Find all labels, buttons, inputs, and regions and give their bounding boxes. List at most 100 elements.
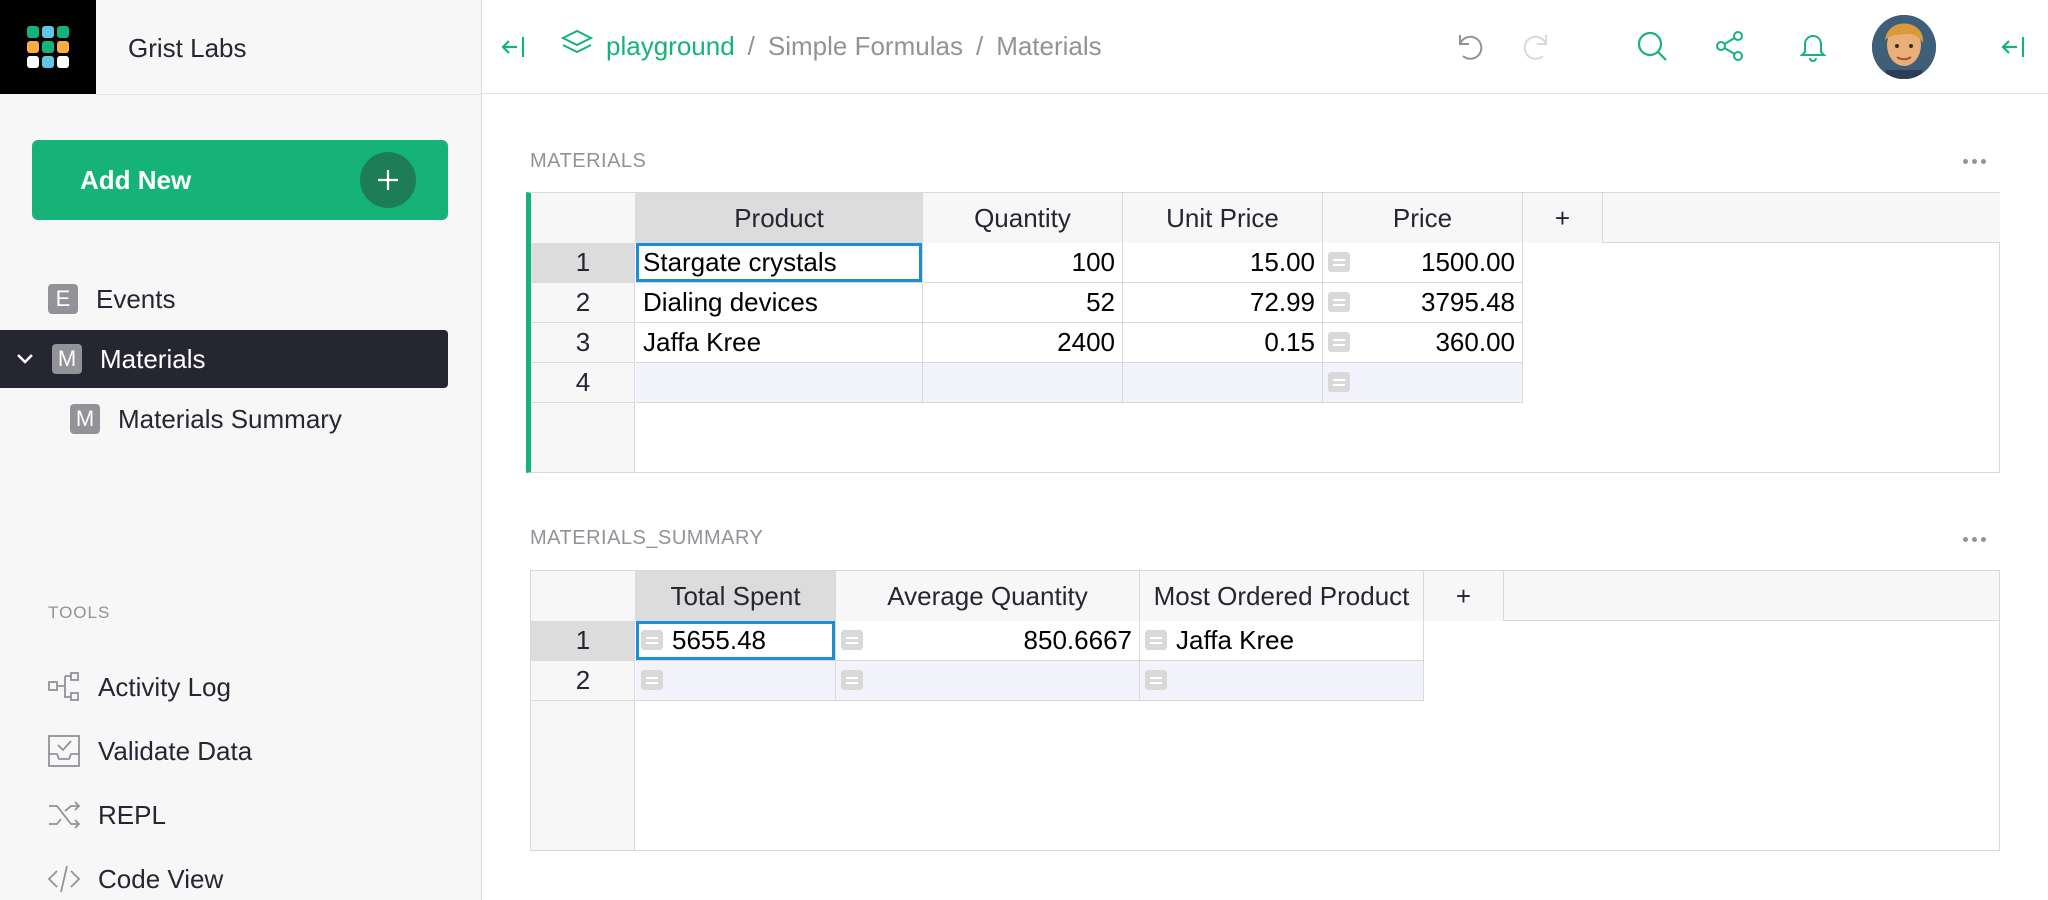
tools-heading: TOOLS	[48, 603, 111, 622]
cell-quantity[interactable]: 100	[923, 243, 1123, 283]
corner-cell[interactable]	[531, 193, 636, 243]
add-new-label: Add New	[80, 164, 192, 195]
cell-quantity[interactable]: 52	[923, 283, 1123, 323]
column-header-average-quantity[interactable]: Average Quantity	[836, 571, 1140, 621]
cell-most-ordered-product[interactable]: Jaffa Kree	[1140, 621, 1424, 661]
breadcrumb-document[interactable]: Simple Formulas	[768, 31, 963, 62]
page-item-materials-summary[interactable]: M Materials Summary	[70, 390, 342, 448]
column-header-most-ordered-product[interactable]: Most Ordered Product	[1140, 571, 1424, 621]
undo-icon[interactable]	[1452, 28, 1488, 64]
cell-most-ordered-value: Jaffa Kree	[1176, 625, 1295, 655]
notifications-bell-icon[interactable]	[1795, 28, 1831, 64]
cell-average-quantity-value: 850.6667	[1023, 625, 1132, 655]
cell-price[interactable]: 3795.48	[1323, 283, 1523, 323]
formula-icon	[1328, 292, 1350, 312]
tool-activity-log[interactable]: Activity Log	[46, 667, 231, 707]
cell-total-spent[interactable]: 5655.48	[636, 621, 836, 661]
section-menu-icon[interactable]	[1963, 159, 1986, 164]
search-icon[interactable]	[1634, 28, 1670, 64]
org-name[interactable]: Grist Labs	[128, 33, 247, 64]
divider	[96, 94, 482, 95]
page-item-events[interactable]: E Events	[48, 270, 176, 328]
breadcrumb-separator: /	[747, 30, 755, 61]
tool-label-validate-data: Validate Data	[98, 735, 253, 766]
column-header-product[interactable]: Product	[636, 193, 923, 243]
cell-average-quantity[interactable]: 850.6667	[836, 621, 1140, 661]
column-header-quantity[interactable]: Quantity	[923, 193, 1123, 243]
row-number[interactable]: 3	[531, 323, 635, 363]
row-number[interactable]: 1	[531, 243, 635, 283]
add-new-button[interactable]: Add New	[32, 140, 448, 220]
row-number[interactable]: 4	[531, 363, 635, 403]
row-number[interactable]: 2	[531, 661, 635, 701]
cell-quantity-new[interactable]	[923, 363, 1123, 403]
section-title-materials-summary[interactable]: MATERIALS_SUMMARY	[530, 527, 763, 550]
page-item-materials[interactable]: M Materials	[0, 330, 448, 388]
section-title-materials[interactable]: MATERIALS	[530, 150, 646, 173]
tool-code-view[interactable]: Code View	[46, 859, 223, 899]
materials-summary-grid: Total Spent Average Quantity Most Ordere…	[530, 570, 2000, 851]
breadcrumb: playground / Simple Formulas / Materials	[560, 28, 1102, 64]
collapse-right-panel-icon[interactable]	[2000, 33, 2028, 61]
user-avatar[interactable]	[1872, 15, 1936, 79]
cell-average-quantity-new[interactable]	[836, 661, 1140, 701]
cell-unit-price[interactable]: 15.00	[1123, 243, 1323, 283]
row-number[interactable]: 1	[531, 621, 635, 661]
share-icon[interactable]	[1712, 28, 1748, 64]
column-header-price[interactable]: Price	[1323, 193, 1523, 243]
redo-icon[interactable]	[1518, 28, 1554, 64]
cell-total-spent-new[interactable]	[636, 661, 836, 701]
cell-price-value: 1500.00	[1421, 247, 1515, 277]
formula-icon	[1328, 252, 1350, 272]
chevron-down-icon[interactable]	[14, 348, 36, 370]
cell-product[interactable]: Stargate crystals	[636, 243, 923, 283]
corner-cell[interactable]	[531, 571, 636, 621]
page-label-materials: Materials	[100, 343, 206, 374]
tool-label-activity-log: Activity Log	[98, 671, 231, 702]
page-icon-events: E	[48, 284, 78, 314]
page-icon-materials-summary: M	[70, 404, 100, 434]
formula-icon	[1328, 332, 1350, 352]
materials-grid: Product Quantity Unit Price Price + 1 St…	[526, 192, 2000, 473]
formula-icon	[641, 630, 663, 650]
cell-price[interactable]: 1500.00	[1323, 243, 1523, 283]
row-number[interactable]: 2	[531, 283, 635, 323]
code-view-icon	[46, 861, 82, 897]
grist-logo-icon	[27, 26, 69, 68]
cell-price[interactable]: 360.00	[1323, 323, 1523, 363]
cell-unit-price[interactable]: 0.15	[1123, 323, 1323, 363]
grist-logo[interactable]	[0, 0, 96, 94]
column-header-unit-price[interactable]: Unit Price	[1123, 193, 1323, 243]
cell-total-spent-value: 5655.48	[672, 625, 766, 655]
workspace-icon	[560, 28, 594, 65]
top-bar: playground / Simple Formulas / Materials	[482, 0, 2048, 94]
formula-icon	[841, 670, 863, 690]
tool-repl[interactable]: REPL	[46, 795, 166, 835]
breadcrumb-separator: /	[975, 30, 984, 61]
page-label-materials-summary: Materials Summary	[118, 403, 342, 434]
formula-icon	[1328, 372, 1350, 392]
cell-unit-price-new[interactable]	[1123, 363, 1323, 403]
cell-product-new[interactable]	[636, 363, 923, 403]
column-header-total-spent[interactable]: Total Spent	[636, 571, 836, 621]
add-column-button[interactable]: +	[1424, 571, 1504, 621]
cell-price-value: 3795.48	[1421, 287, 1515, 317]
section-menu-icon[interactable]	[1963, 537, 1986, 542]
formula-icon	[1145, 670, 1167, 690]
cell-most-ordered-product-new[interactable]	[1140, 661, 1424, 701]
tool-label-code-view: Code View	[98, 863, 224, 894]
add-column-button[interactable]: +	[1523, 193, 1603, 243]
collapse-left-panel-icon[interactable]	[500, 33, 528, 61]
cell-product[interactable]: Dialing devices	[636, 283, 923, 323]
tool-validate-data[interactable]: Validate Data	[46, 731, 252, 771]
repl-icon	[46, 797, 82, 833]
formula-icon	[1145, 630, 1167, 650]
page-icon-materials: M	[52, 344, 82, 374]
cell-unit-price[interactable]: 72.99	[1123, 283, 1323, 323]
cell-product[interactable]: Jaffa Kree	[636, 323, 923, 363]
breadcrumb-page[interactable]: Materials	[996, 31, 1101, 62]
cell-quantity[interactable]: 2400	[923, 323, 1123, 363]
page-label-events: Events	[96, 283, 176, 314]
breadcrumb-workspace[interactable]: playground	[606, 31, 735, 62]
cell-price-new[interactable]	[1323, 363, 1523, 403]
